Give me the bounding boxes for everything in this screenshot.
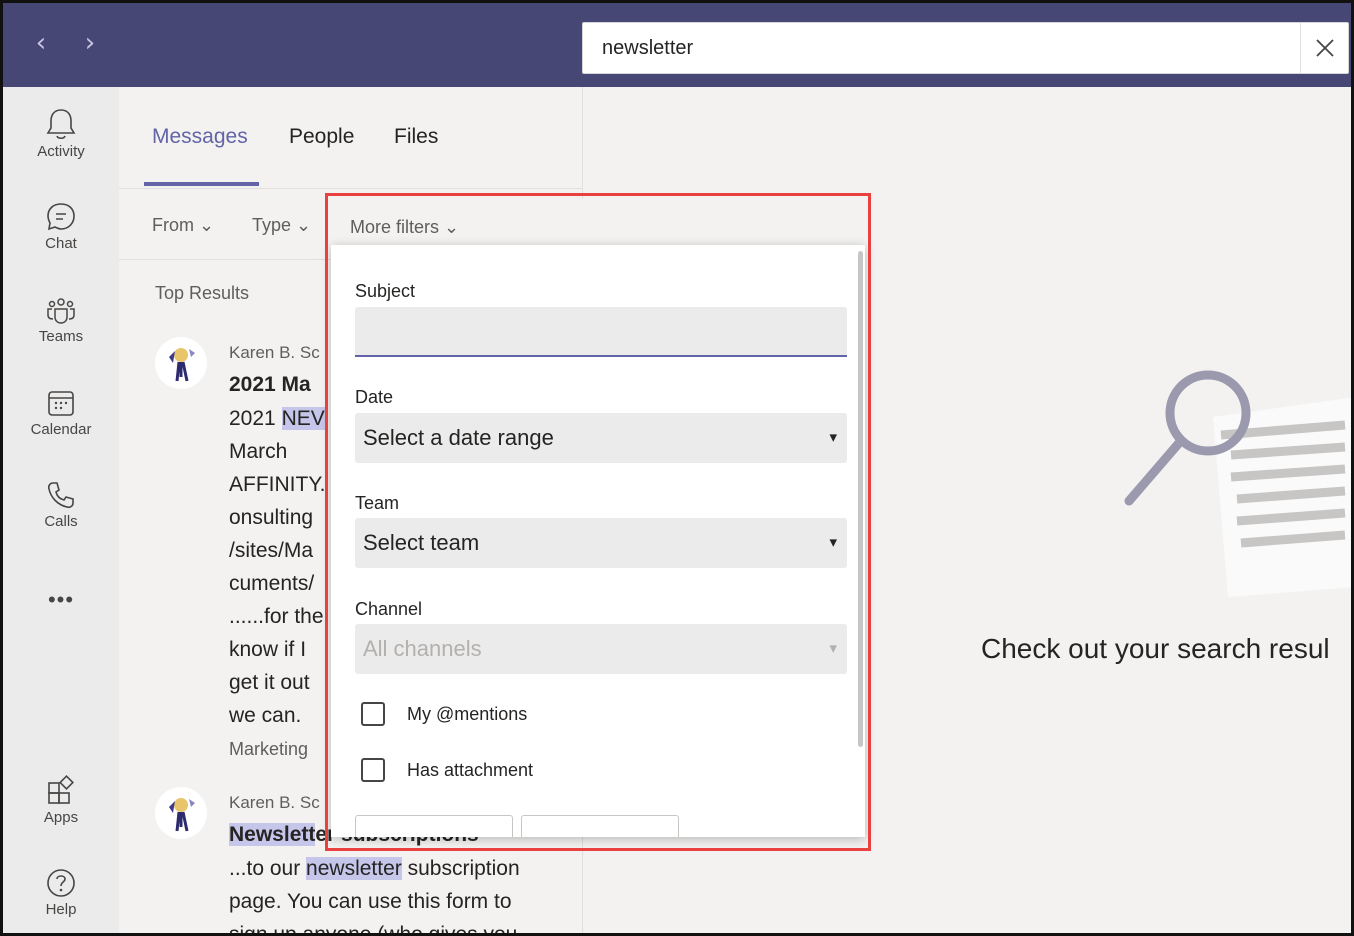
chat-icon — [47, 203, 75, 231]
result-snippet-line: we can. — [229, 704, 302, 727]
rail-label: Chat — [45, 235, 77, 252]
clear-button[interactable] — [521, 815, 679, 837]
tab-people[interactable]: People — [289, 125, 354, 149]
result-snippet-line: onsulting — [229, 506, 314, 529]
chevron-down-icon: ⌄ — [444, 217, 460, 237]
result-snippet-line: 2021 NEV — [229, 407, 325, 430]
apps-icon — [48, 775, 74, 804]
team-select[interactable]: Select team ▾ — [355, 518, 847, 568]
scrollbar[interactable] — [858, 251, 863, 747]
rail-label: Teams — [38, 328, 84, 345]
result-snippet-line: ...to our newsletter subscription — [229, 857, 520, 880]
mentions-label: My @mentions — [407, 704, 528, 724]
forward-arrow-icon[interactable]: › — [79, 30, 101, 56]
more-filters-panel: Subject Date Select a date range ▾ Team … — [331, 245, 865, 837]
calendar-icon — [48, 391, 74, 416]
caret-down-icon: ▾ — [829, 428, 837, 446]
apply-button[interactable] — [355, 815, 513, 837]
bell-icon — [46, 109, 76, 140]
rail-label: Calendar — [30, 421, 92, 438]
more-apps-icon[interactable]: ••• — [3, 587, 119, 613]
result-snippet-line: sign up anyone (who gives you — [229, 923, 518, 936]
result-channel: Marketing — [229, 739, 309, 759]
channel-select: All channels ▾ — [355, 624, 847, 674]
result-snippet-line: know if I — [229, 638, 307, 661]
caret-down-icon: ▾ — [829, 639, 837, 657]
caret-down-icon: ▾ — [829, 533, 837, 551]
tab-files[interactable]: Files — [394, 125, 438, 149]
close-icon[interactable] — [1300, 23, 1348, 73]
rail-label: Help — [45, 901, 77, 918]
active-tab-indicator — [144, 182, 259, 186]
tab-bar: Messages People Files — [119, 87, 582, 187]
result-snippet-line: March — [229, 440, 288, 463]
result-snippet-line: /sites/Ma — [229, 539, 314, 562]
rail-label: Calls — [44, 513, 78, 530]
result-snippet-line: cuments/ — [229, 572, 315, 595]
rail-item-teams[interactable]: Teams — [3, 294, 119, 374]
channel-label: Channel — [355, 599, 423, 619]
title-bar: ‹ › — [3, 3, 1351, 87]
empty-state-message: Check out your search resul — [981, 633, 1330, 664]
rail-item-apps[interactable]: Apps — [3, 775, 119, 855]
tab-messages[interactable]: Messages — [152, 125, 248, 149]
teams-window: ‹ › Activity Chat — [0, 0, 1354, 936]
result-snippet-line: ......for the — [229, 605, 324, 628]
teams-icon — [47, 298, 75, 324]
type-filter[interactable]: Type ⌄ — [252, 215, 311, 236]
help-icon — [47, 869, 75, 897]
result-author: Karen B. Sc — [229, 793, 320, 812]
rail-item-calendar[interactable]: Calendar — [3, 387, 119, 467]
result-title: 2021 Ma — [229, 373, 311, 396]
from-filter[interactable]: From ⌄ — [152, 215, 214, 236]
more-filters-header: More filters ⌄ — [331, 199, 865, 245]
date-select[interactable]: Select a date range ▾ — [355, 413, 847, 463]
search-box — [582, 22, 1349, 74]
app-rail: Activity Chat Teams Calendar Calls ••• A… — [3, 87, 119, 933]
rail-item-help[interactable]: Help — [3, 867, 119, 933]
date-label: Date — [355, 387, 394, 407]
attachment-checkbox[interactable] — [361, 758, 385, 782]
subject-label: Subject — [355, 281, 416, 301]
mentions-checkbox[interactable] — [361, 702, 385, 726]
date-select-value: Select a date range — [363, 425, 554, 450]
avatar — [155, 787, 207, 839]
rail-item-activity[interactable]: Activity — [3, 107, 119, 187]
search-input[interactable] — [583, 23, 1299, 73]
result-snippet-line: get it out — [229, 671, 310, 694]
rail-item-chat[interactable]: Chat — [3, 201, 119, 281]
team-select-value: Select team — [363, 530, 480, 555]
rail-label: Apps — [43, 809, 79, 826]
attachment-label: Has attachment — [407, 760, 534, 780]
team-label: Team — [355, 493, 400, 513]
subject-input[interactable] — [355, 307, 847, 357]
rail-label: Activity — [37, 143, 85, 160]
phone-icon — [47, 482, 74, 509]
result-snippet-line: AFFINITY. — [229, 473, 326, 496]
chevron-down-icon: ⌄ — [199, 215, 215, 235]
back-arrow-icon[interactable]: ‹ — [30, 30, 52, 56]
result-snippet-line: page. You can use this form to — [229, 890, 512, 913]
more-filters-button[interactable]: More filters ⌄ — [350, 217, 459, 238]
search-illustration-icon — [1124, 370, 1351, 597]
top-results-heading: Top Results — [155, 283, 250, 303]
channel-select-value: All channels — [363, 636, 482, 661]
result-author: Karen B. Sc — [229, 343, 320, 362]
rail-item-calls[interactable]: Calls — [3, 479, 119, 559]
chevron-down-icon: ⌄ — [296, 215, 312, 235]
avatar — [155, 337, 207, 389]
